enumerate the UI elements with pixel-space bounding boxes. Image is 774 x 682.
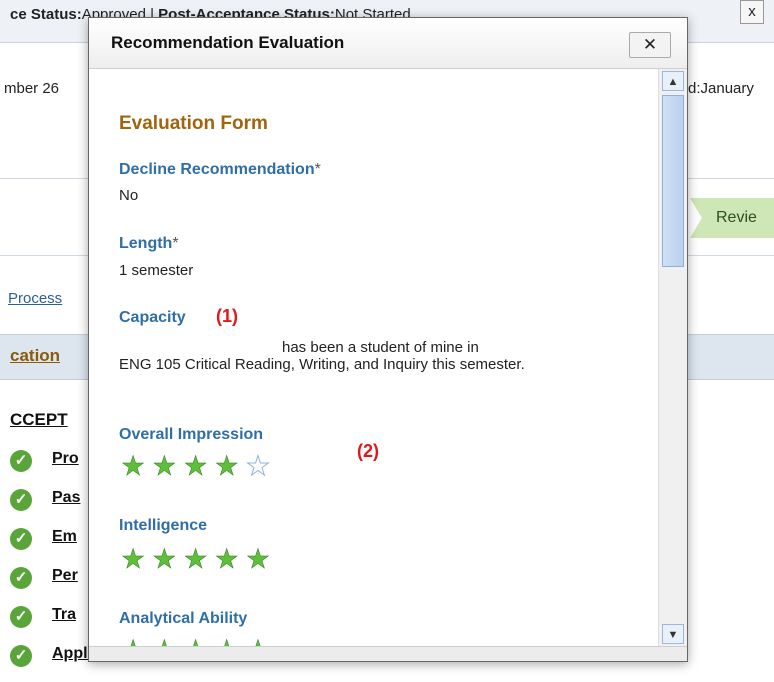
- date-left: mber 26: [4, 80, 60, 97]
- star-filled-icon[interactable]: ★: [214, 545, 239, 573]
- check-circle-icon: ✓: [10, 606, 32, 628]
- background-close-icon[interactable]: x: [740, 0, 764, 24]
- list-item-link[interactable]: Pas: [52, 489, 80, 507]
- star-filled-icon[interactable]: ★: [214, 636, 239, 646]
- check-circle-icon: ✓: [10, 489, 32, 511]
- list-item-link[interactable]: Per: [52, 567, 78, 585]
- star-filled-icon[interactable]: ★: [246, 545, 271, 573]
- required-mark: *: [314, 161, 321, 178]
- dialog-scrollbar[interactable]: ▲ ▼: [658, 69, 687, 646]
- capacity-label: Capacity: [119, 309, 186, 326]
- length-value: 1 semester: [119, 262, 194, 279]
- annotation-2: (2): [357, 441, 379, 461]
- star-filled-icon[interactable]: ★: [152, 452, 177, 480]
- star-filled-icon[interactable]: ★: [121, 452, 146, 480]
- decline-recommendation-label: Decline Recommendation*: [119, 161, 321, 179]
- list-item-link[interactable]: Em: [52, 528, 77, 546]
- analytical-ability-rating[interactable]: ★ ★ ★ ★ ★: [121, 636, 271, 646]
- dialog-titlebar: Recommendation Evaluation ✕: [89, 18, 687, 69]
- recommendation-evaluation-dialog: Recommendation Evaluation ✕ Evaluation F…: [88, 17, 688, 662]
- dialog-footer: [89, 646, 687, 661]
- check-circle-icon: ✓: [10, 450, 32, 472]
- list-item-link[interactable]: Tra: [52, 606, 76, 624]
- star-filled-icon[interactable]: ★: [121, 636, 146, 646]
- star-filled-icon[interactable]: ★: [246, 636, 271, 646]
- status-label: ce Status:: [10, 6, 82, 23]
- close-icon[interactable]: ✕: [629, 32, 671, 58]
- check-circle-icon: ✓: [10, 528, 32, 550]
- check-circle-icon: ✓: [10, 645, 32, 667]
- annotation-1: (1): [216, 306, 238, 326]
- process-link[interactable]: Process: [8, 290, 62, 307]
- intelligence-label: Intelligence: [119, 517, 208, 534]
- star-filled-icon[interactable]: ★: [183, 452, 208, 480]
- overall-impression-rating[interactable]: ★ ★ ★ ★ ★: [121, 452, 271, 480]
- length-label: Length*: [119, 235, 179, 253]
- band-title[interactable]: cation: [10, 346, 60, 366]
- chevron-down-icon[interactable]: ▼: [662, 624, 684, 644]
- dialog-title: Recommendation Evaluation: [111, 33, 345, 52]
- scrollbar-thumb[interactable]: [662, 95, 684, 267]
- chevron-up-icon[interactable]: ▲: [662, 71, 684, 91]
- capacity-line-rest: ENG 105 Critical Reading, Writing, and I…: [119, 356, 525, 373]
- date-right: d:January: [688, 80, 754, 97]
- acceptance-heading: CCEPT: [10, 410, 68, 429]
- intelligence-rating[interactable]: ★ ★ ★ ★ ★: [121, 545, 271, 573]
- star-filled-icon[interactable]: ★: [183, 545, 208, 573]
- label-text: Decline Recommendation: [119, 161, 315, 178]
- capacity-line-1: has been a student of mine in: [282, 339, 479, 356]
- overall-impression-label: Overall Impression: [119, 426, 264, 443]
- review-step-button[interactable]: Revie: [690, 198, 774, 238]
- star-filled-icon[interactable]: ★: [183, 636, 208, 646]
- required-mark: *: [172, 235, 179, 252]
- decline-recommendation-value: No: [119, 187, 139, 204]
- star-empty-icon[interactable]: ★: [245, 452, 270, 480]
- capacity-value: has been a student of mine in ENG 105 Cr…: [119, 339, 549, 373]
- dialog-body: Evaluation Form Decline Recommendation* …: [89, 69, 657, 646]
- star-filled-icon[interactable]: ★: [214, 452, 239, 480]
- label-text: Length: [119, 235, 173, 252]
- check-circle-icon: ✓: [10, 567, 32, 589]
- list-item-link[interactable]: Pro: [52, 450, 79, 468]
- star-filled-icon[interactable]: ★: [152, 545, 177, 573]
- form-heading: Evaluation Form: [119, 113, 268, 134]
- star-filled-icon[interactable]: ★: [152, 636, 177, 646]
- star-filled-icon[interactable]: ★: [121, 545, 146, 573]
- analytical-ability-label: Analytical Ability: [119, 610, 248, 627]
